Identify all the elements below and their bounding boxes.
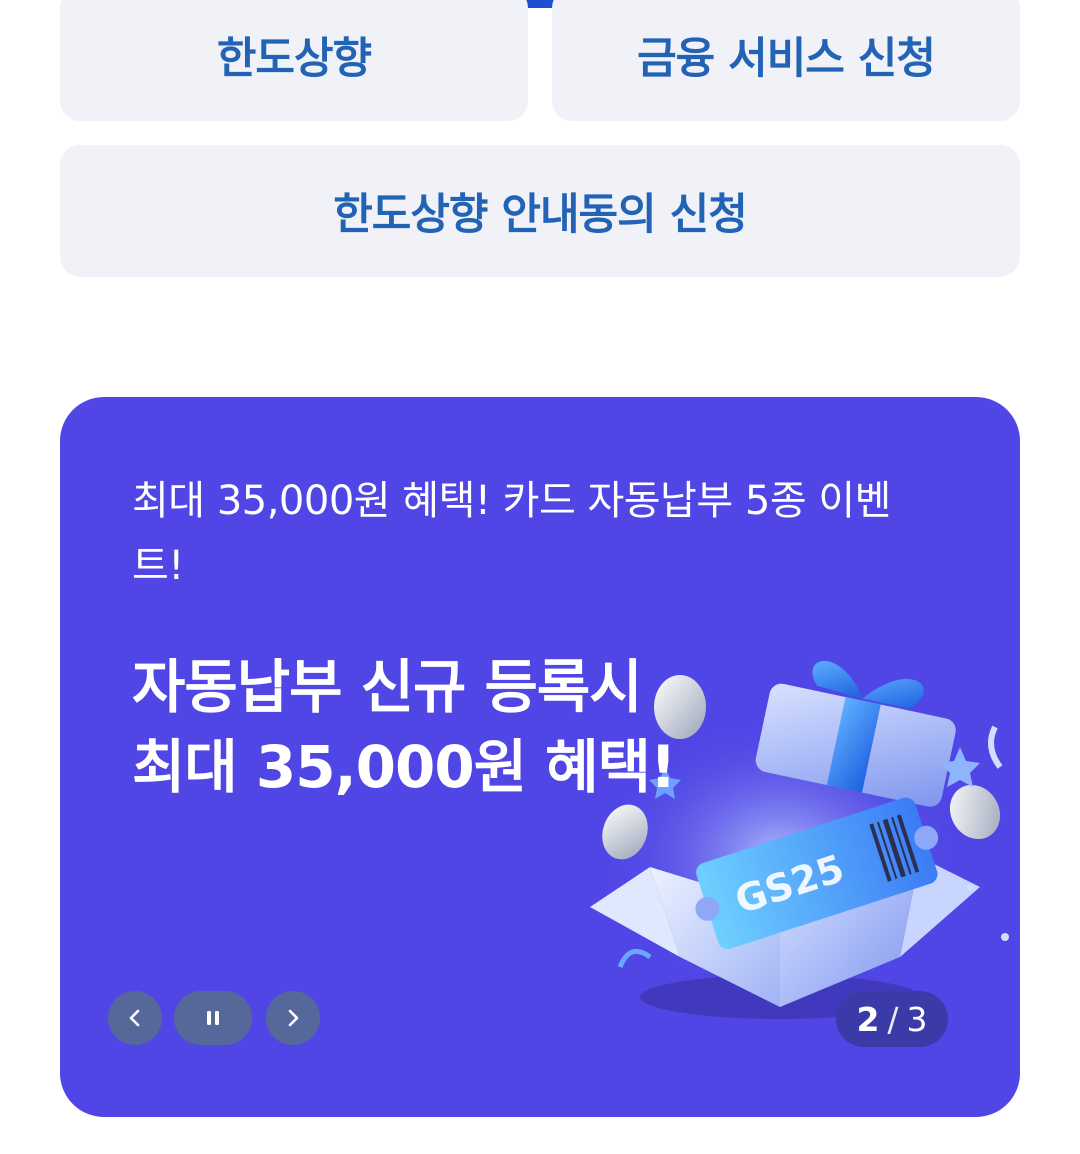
carousel-pause-button[interactable]	[174, 991, 252, 1045]
banner-title: 자동납부 신규 등록시 최대 35,000원 혜택!	[132, 647, 752, 807]
banner-title-line2: 최대 35,000원 혜택!	[132, 733, 676, 801]
carousel-current-page: 2	[856, 999, 880, 1039]
finance-service-button[interactable]: 금융 서비스 신청	[552, 0, 1020, 121]
carousel-prev-button[interactable]	[108, 991, 162, 1045]
limit-increase-button[interactable]: 한도상향	[60, 0, 528, 121]
chevron-right-icon	[288, 1009, 299, 1027]
event-banner[interactable]: 최대 35,000원 혜택! 카드 자동납부 5종 이벤트! 자동납부 신규 등…	[60, 397, 1020, 1117]
carousel-total-pages: 3	[906, 999, 928, 1039]
carousel-next-button[interactable]	[266, 991, 320, 1045]
chevron-left-icon	[129, 1009, 140, 1027]
carousel-page-counter: 2 / 3	[836, 991, 948, 1047]
carousel-page-separator: /	[887, 999, 899, 1039]
banner-subtitle: 최대 35,000원 혜택! 카드 자동납부 5종 이벤트!	[132, 478, 891, 589]
pause-icon	[207, 1011, 219, 1025]
page: 한도상향 금융 서비스 신청 한도상향 안내동의 신청 최대 35,000원 혜…	[0, 0, 1080, 1154]
banner-title-line1: 자동납부 신규 등록시	[132, 653, 643, 721]
limit-notice-consent-button[interactable]: 한도상향 안내동의 신청	[60, 145, 1020, 277]
